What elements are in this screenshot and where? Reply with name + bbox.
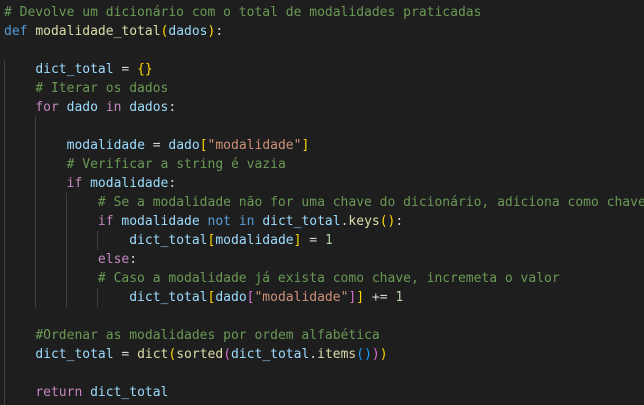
code-token: += — [364, 290, 396, 305]
code-token: if — [66, 176, 83, 191]
code-line[interactable]: # Devolve um dicionário com o total de m… — [4, 3, 481, 22]
code-line[interactable]: # Iterar os dados — [4, 79, 168, 98]
code-line[interactable]: dict_total = dict(sorted(dict_total.item… — [4, 345, 388, 364]
code-token: [ — [199, 138, 208, 153]
code-token: for — [35, 100, 59, 115]
code-token: #Ordenar as modalidades por ordem alfabé… — [35, 328, 380, 343]
code-token: 1 — [324, 233, 333, 248]
code-line[interactable]: dict_total[modalidade] = 1 — [4, 231, 333, 250]
code-token: "modalidade" — [254, 290, 349, 305]
code-token: modalidade_total — [35, 24, 161, 39]
code-token: modalidade — [121, 214, 200, 229]
code-token: () — [356, 347, 372, 362]
code-token: else — [97, 252, 130, 267]
code-token: ) — [371, 347, 380, 362]
code-token: # Iterar os dados — [35, 81, 169, 96]
code-token: def — [4, 24, 28, 39]
code-line[interactable]: else: — [4, 250, 137, 269]
code-token: not — [207, 214, 231, 229]
code-token: : — [168, 100, 177, 115]
code-token: modalidade — [215, 233, 294, 248]
code-token: () — [379, 214, 396, 229]
code-token: keys — [348, 214, 380, 229]
code-line[interactable]: if modalidade: — [4, 174, 177, 193]
code-line[interactable]: def modalidade_total(dados): — [4, 22, 223, 41]
code-token: ] — [356, 290, 365, 305]
code-token: = — [113, 62, 138, 77]
code-line[interactable]: for dado in dados: — [4, 98, 176, 117]
code-token: : — [168, 176, 177, 191]
code-token: # Se a modalidade não for uma chave do d… — [97, 195, 644, 210]
code-token: dict_total — [90, 385, 169, 400]
code-editor[interactable]: # Devolve um dicionário com o total de m… — [0, 0, 644, 405]
code-token: ( — [223, 347, 232, 362]
code-token: # Devolve um dicionário com o total de m… — [4, 5, 482, 20]
code-token: 1 — [395, 290, 404, 305]
code-token: dado — [66, 100, 98, 115]
code-token: = — [113, 347, 138, 362]
code-token: modalidade — [90, 176, 169, 191]
code-token: {} — [137, 62, 153, 77]
code-token: if — [97, 214, 114, 229]
code-token: sorted — [176, 347, 224, 362]
code-token: = — [144, 138, 169, 153]
code-token: dados — [168, 24, 208, 39]
code-token: dados — [129, 100, 169, 115]
code-token: . — [309, 347, 318, 362]
code-line[interactable]: #Ordenar as modalidades por ordem alfabé… — [4, 326, 380, 345]
code-token: dict_total — [129, 290, 208, 305]
code-token: ] — [301, 138, 310, 153]
code-token: dado — [168, 138, 200, 153]
code-line[interactable]: # Se a modalidade não for uma chave do d… — [4, 193, 644, 212]
code-token: in — [238, 214, 255, 229]
code-token: dict_total — [262, 214, 341, 229]
code-token: dict_total — [129, 233, 208, 248]
code-line[interactable]: modalidade = dado["modalidade"] — [4, 136, 310, 155]
code-token: : — [395, 214, 404, 229]
code-token: # Caso a modalidade já exista como chave… — [97, 271, 560, 286]
code-token: dict — [137, 347, 169, 362]
code-token: "modalidade" — [207, 138, 302, 153]
code-line[interactable]: # Caso a modalidade já exista como chave… — [4, 269, 560, 288]
code-token: # Verificar a string é vazia — [66, 157, 286, 172]
code-token: modalidade — [66, 138, 145, 153]
code-token: items — [317, 347, 357, 362]
code-token: = — [301, 233, 325, 248]
code-line[interactable]: # Verificar a string é vazia — [4, 155, 286, 174]
code-token: in — [105, 100, 122, 115]
code-line[interactable]: dict_total = {} — [4, 60, 153, 79]
code-token: ) — [379, 347, 388, 362]
code-token: : — [215, 24, 224, 39]
code-token: : — [129, 252, 138, 267]
code-line[interactable]: if modalidade not in dict_total.keys(): — [4, 212, 403, 231]
code-token: dado — [215, 290, 247, 305]
code-line[interactable]: return dict_total — [4, 383, 168, 402]
code-token: dict_total — [35, 347, 114, 362]
code-token: dict_total — [35, 62, 114, 77]
code-token: return — [35, 385, 83, 400]
code-line[interactable]: dict_total[dado["modalidade"]] += 1 — [4, 288, 403, 307]
code-token: dict_total — [231, 347, 310, 362]
